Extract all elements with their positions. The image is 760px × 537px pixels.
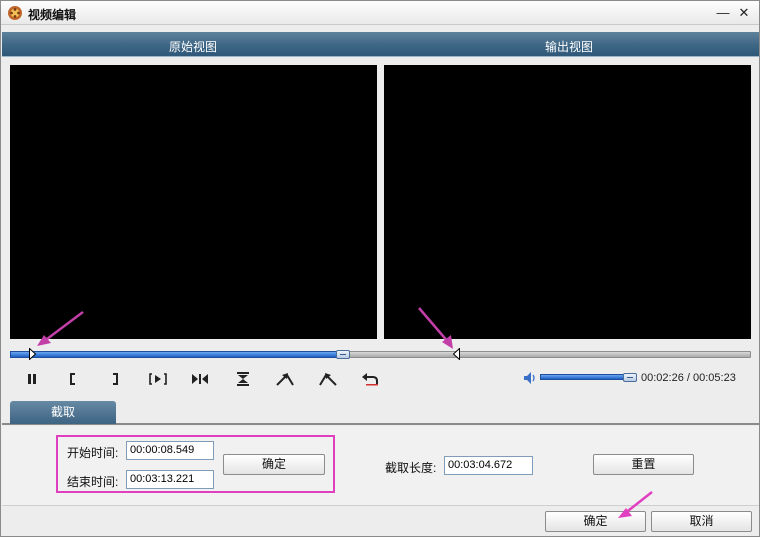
volume-knob[interactable]	[623, 373, 637, 382]
annotation-arrow-ok	[618, 491, 653, 518]
undo-icon	[362, 373, 378, 386]
time-display: 00:02:26 / 00:05:23	[641, 372, 736, 384]
rotate-right-icon	[319, 373, 337, 386]
original-view-label: 原始视图	[168, 40, 217, 54]
window-title: 视频编辑	[28, 8, 77, 22]
tab-strip: 截取	[2, 401, 759, 425]
tab-trim[interactable]: 截取	[10, 401, 116, 424]
title-bar: 视频编辑 — ✕	[1, 1, 759, 25]
start-marker-handle[interactable]	[29, 348, 36, 360]
reset-button[interactable]: 重置	[593, 454, 694, 475]
volume-icon[interactable]	[522, 370, 538, 386]
play-selection-button[interactable]	[147, 370, 169, 388]
close-button[interactable]: ✕	[735, 4, 753, 21]
film-reel-icon	[8, 6, 22, 20]
rotate-left-button[interactable]	[274, 370, 296, 388]
start-time-field[interactable]: 00:00:08.549	[126, 441, 214, 460]
trim-length-field: 00:03:04.672	[444, 456, 533, 475]
end-time-field[interactable]: 00:03:13.221	[126, 470, 214, 489]
minimize-button[interactable]: —	[714, 4, 732, 21]
end-time-label: 结束时间:	[67, 475, 119, 489]
cancel-button[interactable]: 取消	[651, 511, 752, 532]
volume-slider[interactable]	[540, 374, 634, 380]
annotation-arrow-end	[418, 307, 453, 349]
rotate-left-icon	[276, 373, 294, 386]
jump-icon	[192, 374, 208, 384]
start-time-label: 开始时间:	[67, 446, 119, 460]
mark-in-button[interactable]	[62, 370, 84, 388]
mark-out-button[interactable]	[104, 370, 126, 388]
confirm-times-button[interactable]: 确定	[223, 454, 325, 475]
pause-icon	[28, 374, 36, 384]
trim-icon	[237, 372, 249, 386]
trim-length-label: 截取长度:	[385, 461, 437, 475]
mark-in-icon	[70, 373, 75, 385]
output-video-panel[interactable]	[384, 65, 751, 339]
undo-button[interactable]	[359, 370, 381, 388]
jump-button[interactable]	[189, 370, 211, 388]
rotate-right-button[interactable]	[317, 370, 339, 388]
original-video-panel[interactable]	[10, 65, 377, 339]
pause-button[interactable]	[21, 370, 43, 388]
timeline-playhead[interactable]	[336, 350, 350, 359]
play-selection-icon	[149, 373, 167, 385]
timeline-progress	[10, 351, 343, 358]
view-header-bar: 原始视图 输出视图	[2, 32, 759, 57]
output-view-label: 输出视图	[544, 40, 593, 54]
mark-out-icon	[113, 373, 118, 385]
video-edit-dialog: 视频编辑 — ✕ 原始视图 输出视图 00:02:26 / 00:05:23 截…	[0, 0, 760, 537]
trim-button[interactable]	[232, 370, 254, 388]
annotation-arrow-start	[37, 311, 84, 346]
